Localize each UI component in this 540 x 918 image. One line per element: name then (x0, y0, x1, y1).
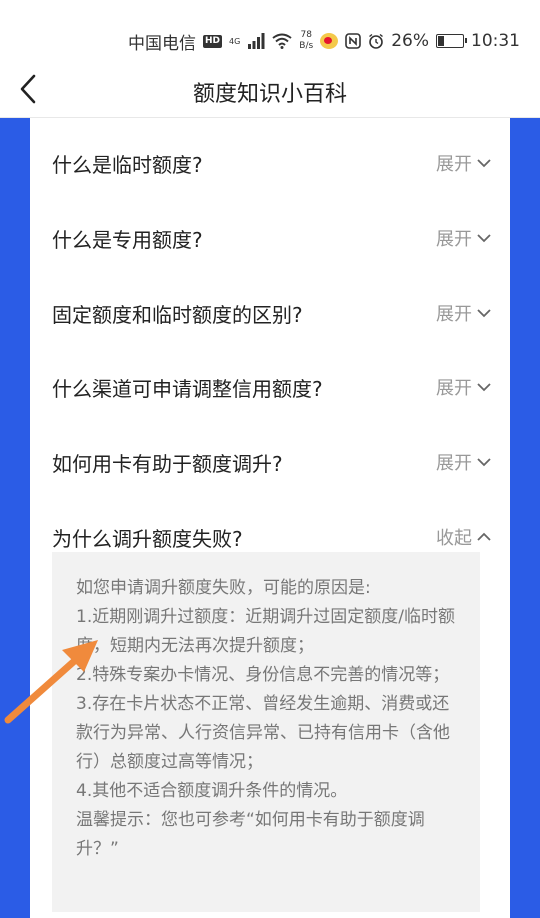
network-speed: 78 B/s (299, 30, 313, 52)
toggle-label: 展开 (436, 453, 472, 474)
hd-badge: HD (202, 34, 222, 48)
battery-icon (436, 34, 467, 48)
toggle-label: 收起 (436, 528, 472, 549)
faq-question: 什么是专用额度? (52, 227, 203, 252)
page: 中国电信 HD 4G 78 B/s 26% 10:31 额度知识小百科 什么是临… (0, 0, 540, 918)
alarm-icon (369, 33, 384, 49)
answer-line: 如您申请调升额度失败，可能的原因是: (76, 578, 371, 598)
faq-question: 固定额度和临时额度的区别? (52, 302, 303, 327)
collapse-toggle[interactable]: 收起 (436, 524, 492, 550)
battery-percent: 26% (391, 31, 429, 51)
chevron-down-icon (477, 159, 491, 168)
answer-line: 2.特殊专案办卡情况、身份信息不完善的情况等； (76, 665, 450, 685)
network-label: 4G (229, 36, 241, 46)
weibo-icon (320, 33, 339, 49)
faq-item-usage-helps-increase[interactable]: 如何用卡有助于额度调升? 展开 (52, 425, 492, 499)
chevron-down-icon (477, 383, 491, 392)
faq-item-dedicated-limit[interactable]: 什么是专用额度? 展开 (52, 201, 492, 275)
faq-question: 什么渠道可申请调整信用额度? (52, 376, 323, 401)
faq-card: 什么是临时额度? 展开 什么是专用额度? 展开 固定额度和临时额度的区别? 展开… (30, 118, 510, 918)
expand-toggle[interactable]: 展开 (436, 300, 492, 326)
nav-header: 额度知识小百科 (0, 60, 540, 118)
faq-question: 为什么调升额度失败? (52, 526, 243, 551)
chevron-down-icon (477, 309, 491, 318)
toggle-label: 展开 (436, 154, 472, 175)
clock: 10:31 (471, 31, 520, 51)
toggle-label: 展开 (436, 229, 472, 250)
signal-icon (248, 33, 265, 49)
nfc-icon (345, 33, 362, 49)
toggle-label: 展开 (436, 378, 472, 399)
answer-line: 温馨提示：您也可参考“如何用卡有助于额度调升？” (76, 810, 425, 859)
carrier-label: 中国电信 (127, 33, 196, 54)
page-title: 额度知识小百科 (192, 82, 347, 107)
faq-answer-panel: 如您申请调升额度失败，可能的原因是: 1.近期刚调升过额度：近期调升过固定额度/… (52, 552, 480, 912)
expand-toggle[interactable]: 展开 (436, 225, 492, 251)
answer-line: 3.存在卡片状态不正常、曾经发生逾期、消费或还款行为异常、人行资信异常、已持有信… (76, 694, 450, 772)
faq-question: 什么是临时额度? (52, 152, 203, 177)
faq-item-temporary-limit[interactable]: 什么是临时额度? 展开 (52, 126, 492, 200)
answer-line: 4.其他不适合额度调升条件的情况。 (76, 781, 348, 801)
status-icons: 中国电信 HD 4G 78 B/s 26% 10:31 (128, 28, 520, 54)
speed-value: 78 (300, 30, 312, 40)
expand-toggle[interactable]: 展开 (436, 449, 492, 475)
wifi-icon (272, 33, 292, 49)
faq-item-adjust-channels[interactable]: 什么渠道可申请调整信用额度? 展开 (52, 350, 492, 424)
answer-line: 1.近期刚调升过额度：近期调升过固定额度/临时额度，短期内无法再次提升额度； (76, 607, 455, 656)
chevron-down-icon (477, 458, 491, 467)
expand-toggle[interactable]: 展开 (436, 150, 492, 176)
chevron-down-icon (477, 234, 491, 243)
faq-item-fixed-vs-temporary[interactable]: 固定额度和临时额度的区别? 展开 (52, 276, 492, 350)
chevron-up-icon (477, 532, 491, 541)
expand-toggle[interactable]: 展开 (436, 374, 492, 400)
speed-unit: B/s (299, 41, 314, 51)
faq-question: 如何用卡有助于额度调升? (52, 451, 283, 476)
toggle-label: 展开 (436, 304, 472, 325)
